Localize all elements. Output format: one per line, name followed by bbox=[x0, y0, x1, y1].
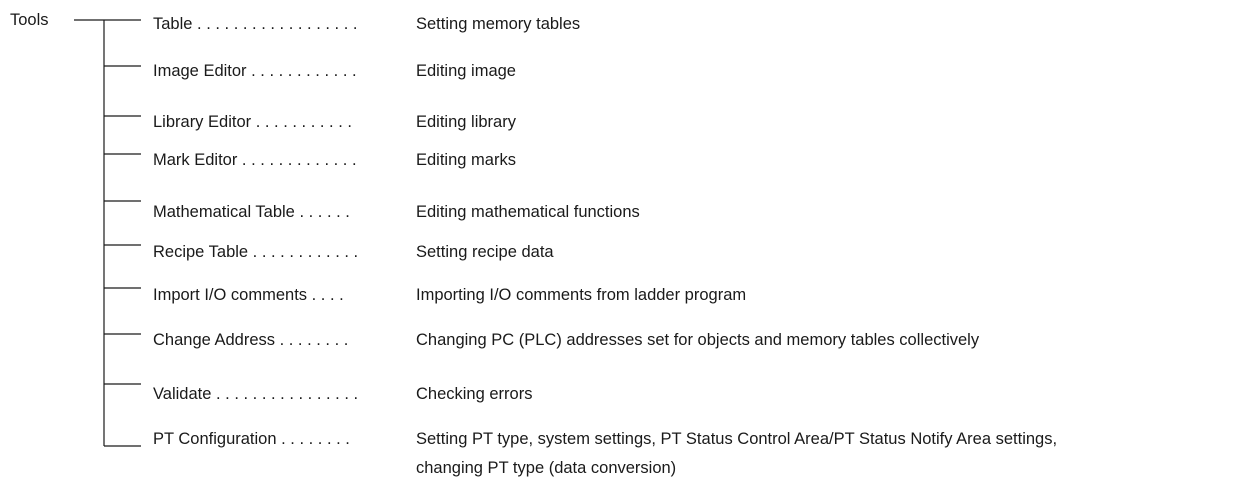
item-description-continued: changing PT type (data conversion) bbox=[416, 459, 677, 477]
item-description: Checking errors bbox=[416, 385, 533, 403]
item-label: Change Address . . . . . . . . bbox=[153, 331, 349, 349]
item-description: Editing marks bbox=[416, 151, 516, 169]
item-label: Recipe Table . . . . . . . . . . . . bbox=[153, 243, 359, 261]
item-description: Setting PT type, system settings, PT Sta… bbox=[416, 430, 1058, 448]
item-description: Importing I/O comments from ladder progr… bbox=[416, 286, 747, 304]
item-label: Validate . . . . . . . . . . . . . . . . bbox=[153, 385, 359, 403]
item-description: Setting recipe data bbox=[416, 243, 554, 261]
item-label: Library Editor . . . . . . . . . . . bbox=[153, 113, 352, 131]
item-description: Editing library bbox=[416, 113, 516, 131]
item-label: PT Configuration . . . . . . . . bbox=[153, 430, 350, 448]
item-description: Changing PC (PLC) addresses set for obje… bbox=[416, 331, 980, 349]
item-label: Mark Editor . . . . . . . . . . . . . bbox=[153, 151, 357, 169]
item-label: Mathematical Table . . . . . . bbox=[153, 203, 350, 221]
item-label: Import I/O comments . . . . bbox=[153, 286, 344, 304]
item-description: Setting memory tables bbox=[416, 15, 581, 33]
item-label: Table . . . . . . . . . . . . . . . . . … bbox=[153, 15, 358, 33]
item-label: Image Editor . . . . . . . . . . . . bbox=[153, 62, 357, 80]
item-description: Editing mathematical functions bbox=[416, 203, 640, 221]
item-description: Editing image bbox=[416, 62, 516, 80]
